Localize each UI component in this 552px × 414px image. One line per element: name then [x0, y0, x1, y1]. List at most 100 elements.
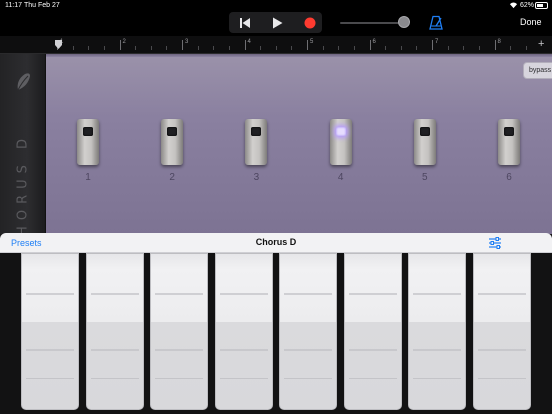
timeline-ruler[interactable]: + 12345678 [0, 36, 552, 54]
ruler-subtick [291, 46, 293, 50]
ruler-bar-number: 3 [185, 39, 189, 45]
touch-pad-2[interactable] [85, 253, 144, 410]
ruler-subtick [463, 46, 465, 50]
battery-percent: 62% [520, 2, 535, 9]
preset-bar: Presets Chorus D [0, 233, 552, 253]
ruler-tick [244, 40, 246, 50]
add-section-button[interactable]: + [538, 38, 544, 50]
pad-divider [90, 378, 139, 379]
ruler-bar-number: 4 [247, 39, 251, 45]
ruler-subtick [416, 46, 418, 50]
bypass-label: bypass [529, 67, 552, 74]
ruler-subtick [400, 46, 402, 50]
pad-divider [413, 293, 461, 295]
ruler-subtick [197, 46, 199, 50]
control-bar: Done [0, 12, 552, 36]
ruler-subtick [213, 46, 215, 50]
status-bar: 11:17 Thu Feb 27 62% [0, 0, 552, 12]
switch-led-indicator [167, 127, 178, 136]
volume-knob[interactable] [397, 16, 410, 28]
preset-title: Chorus D [255, 237, 297, 247]
wifi-icon [509, 2, 518, 9]
switch-led-indicator [251, 127, 262, 136]
ruler-subtick [72, 46, 74, 50]
rewind-icon [240, 18, 250, 28]
status-date: Thu Feb 27 [24, 2, 60, 9]
ruler-tick [369, 40, 371, 50]
ruler-subtick [150, 46, 152, 50]
ruler-bar-number: 7 [435, 39, 439, 45]
switch-led-indicator [504, 127, 514, 136]
ruler-subtick [135, 46, 137, 50]
status-time: 11:17 [5, 2, 22, 9]
pad-divider [219, 293, 268, 295]
chorus-mode-switch-5[interactable] [413, 119, 436, 165]
done-button[interactable]: Done [520, 17, 542, 27]
chorus-mode-switch-6[interactable] [498, 119, 520, 165]
pad-divider [26, 293, 74, 295]
chorus-mode-switch-1[interactable] [77, 119, 99, 165]
presets-button[interactable]: Presets [11, 238, 42, 248]
rewind-button[interactable] [235, 15, 255, 31]
switch-led-indicator [419, 127, 430, 136]
switch-led-indicator [83, 127, 93, 136]
pad-divider [477, 349, 526, 351]
switch-label-1: 1 [85, 172, 91, 183]
switch-label-4: 4 [337, 172, 344, 183]
pad-divider [477, 293, 526, 295]
metronome-icon[interactable] [429, 15, 443, 30]
pad-divider [26, 349, 74, 351]
playhead-marker[interactable] [55, 40, 62, 49]
chorus-plugin: CHORUS D bypass on 1 2 3 4 5 6 [0, 54, 552, 251]
battery-icon [535, 2, 548, 9]
ruler-subtick [338, 46, 340, 50]
garageband-window: 11:17 Thu Feb 27 62% Done + 2 3 4 5 6 7 … [0, 0, 552, 414]
pad-divider [284, 293, 332, 295]
pad-divider [219, 378, 268, 379]
pad-divider [90, 349, 139, 351]
pad-divider [284, 378, 332, 379]
touch-pad-5[interactable] [279, 253, 337, 410]
chorus-mode-switch-4[interactable] [329, 119, 352, 165]
effect-panel: bypass on 1 2 3 4 5 6 [46, 54, 552, 234]
switch-label-2: 2 [169, 172, 175, 183]
play-button[interactable] [267, 15, 287, 31]
pad-divider [348, 349, 397, 351]
pad-divider [477, 378, 526, 379]
touch-pad-8[interactable] [472, 253, 531, 410]
pad-divider [348, 378, 397, 379]
ruler-subtick [275, 46, 277, 50]
ruler-subtick [103, 46, 105, 50]
ruler-bar-number: 5 [310, 39, 314, 45]
panel-top-edge [46, 54, 552, 57]
ruler-tick [432, 40, 433, 50]
ruler-subtick [478, 46, 480, 50]
pad-divider [90, 293, 139, 295]
touch-pad-1[interactable] [21, 253, 79, 410]
record-button[interactable] [300, 15, 320, 31]
ruler-bar-number: 2 [122, 39, 126, 45]
ruler-subtick [322, 46, 324, 50]
switch-label-3: 3 [253, 172, 260, 183]
ruler-subtick [228, 46, 230, 50]
bypass-toggle[interactable]: bypass on [523, 62, 552, 79]
switch-label-5: 5 [422, 172, 428, 183]
touch-pad-3[interactable] [150, 253, 208, 410]
ruler-tick [119, 40, 121, 50]
chorus-mode-switch-3[interactable] [245, 119, 268, 165]
ruler-subtick [447, 46, 449, 50]
sliders-icon[interactable] [488, 237, 502, 249]
switch-led-indicator [335, 127, 346, 136]
ruler-bar-number: 8 [497, 39, 501, 45]
touch-pad-4[interactable] [214, 253, 273, 410]
touch-pad-7[interactable] [408, 253, 466, 410]
ruler-subtick [353, 46, 355, 50]
ruler-tick [307, 40, 308, 50]
ruler-subtick [260, 46, 262, 50]
chorus-mode-switch-2[interactable] [161, 119, 184, 165]
ruler-subtick [385, 46, 387, 50]
ruler-bar-number: 6 [372, 39, 376, 45]
touch-pad-6[interactable] [343, 253, 402, 410]
touch-pads [0, 253, 552, 414]
ruler-subtick [510, 46, 512, 50]
